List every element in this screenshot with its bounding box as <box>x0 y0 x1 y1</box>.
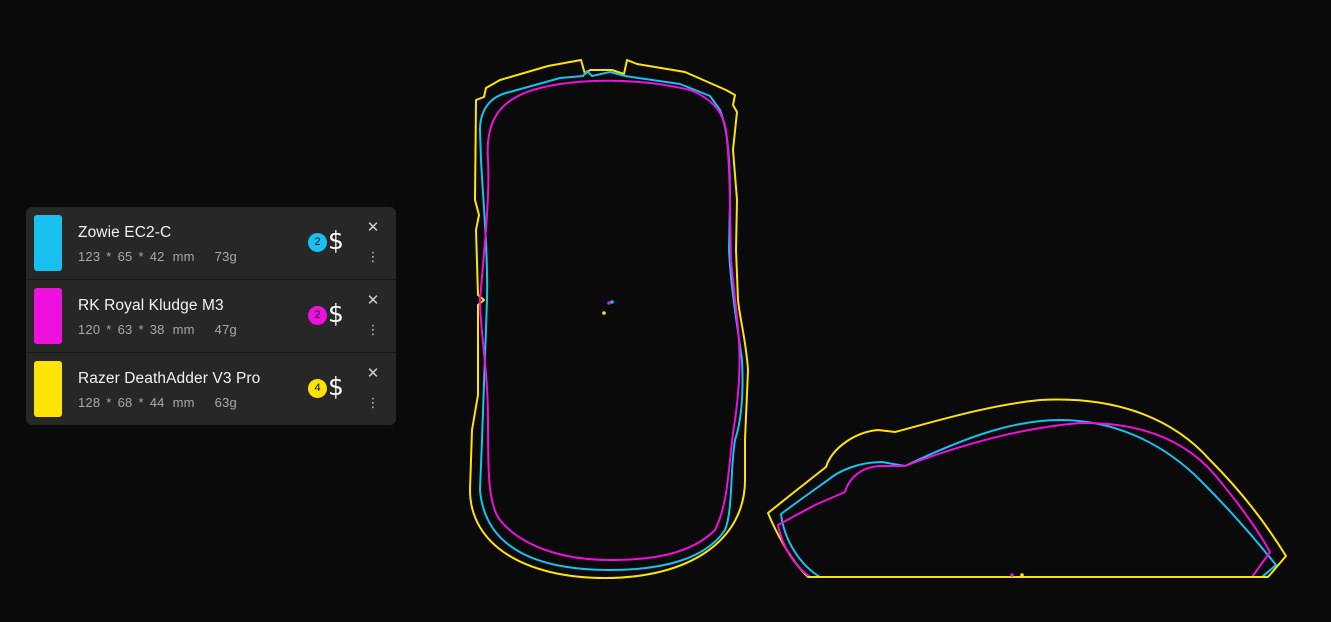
color-swatch[interactable] <box>34 215 62 271</box>
dim-sep: * <box>106 395 112 410</box>
mouse-row-razer[interactable]: Razer DeathAdder V3 Pro 128 * 68 * 44 mm 63g 4… <box>26 353 396 425</box>
dim-width: 65 <box>117 249 133 264</box>
dim-sep: * <box>106 249 112 264</box>
mouse-name: Razer DeathAdder V3 Pro <box>78 370 261 387</box>
dollar-icon: $ <box>328 226 344 255</box>
side-outline-zowie <box>780 419 1277 578</box>
mouse-row-zowie[interactable]: Zowie EC2-C 123 * 65 * 42 mm 73g 2 $ ✕ ⋮ <box>26 207 396 280</box>
dim-sep: * <box>138 395 144 410</box>
side-center-marker-razer <box>1020 573 1024 577</box>
close-icon[interactable]: ✕ <box>364 292 382 310</box>
top-outline-zowie <box>479 70 744 571</box>
dollar-icon: $ <box>328 372 344 401</box>
selected-mice-panel: Zowie EC2-C 123 * 65 * 42 mm 73g 2 $ ✕ ⋮ RK Ro… <box>26 207 396 425</box>
dim-height: 42 <box>149 249 165 264</box>
dim-length: 128 <box>78 395 101 410</box>
top-center-marker-rk <box>607 301 611 305</box>
dim-sep: * <box>138 249 144 264</box>
more-vert-icon[interactable]: ⋮ <box>364 248 382 266</box>
mouse-weight: 63g <box>214 395 237 410</box>
mouse-row-rk[interactable]: RK Royal Kludge M3 120 * 63 * 38 mm 47g 2 $ ✕ … <box>26 280 396 353</box>
mouse-dimensions: 123 * 65 * 42 mm 73g <box>78 249 237 264</box>
price-tier-badge: 2 <box>308 233 327 252</box>
top-outline-rk <box>479 79 741 561</box>
top-outline-razer <box>469 59 749 579</box>
dim-height: 38 <box>149 322 165 337</box>
dollar-icon: $ <box>328 299 344 328</box>
mouse-dimensions: 120 * 63 * 38 mm 47g <box>78 322 237 337</box>
dim-length: 120 <box>78 322 101 337</box>
mouse-weight: 47g <box>214 322 237 337</box>
close-icon[interactable]: ✕ <box>364 365 382 383</box>
more-vert-icon[interactable]: ⋮ <box>364 321 382 339</box>
dim-height: 44 <box>149 395 165 410</box>
close-icon[interactable]: ✕ <box>364 219 382 237</box>
mouse-weight: 73g <box>214 249 237 264</box>
dim-sep: * <box>106 322 112 337</box>
dim-width: 63 <box>117 322 133 337</box>
color-swatch[interactable] <box>34 288 62 344</box>
comparison-canvas: Zowie EC2-C 123 * 65 * 42 mm 73g 2 $ ✕ ⋮ RK Ro… <box>0 0 1331 622</box>
mouse-dimensions: 128 * 68 * 44 mm 63g <box>78 395 237 410</box>
dim-unit: mm <box>172 249 195 264</box>
dim-length: 123 <box>78 249 101 264</box>
more-vert-icon[interactable]: ⋮ <box>364 394 382 412</box>
dim-sep: * <box>138 322 144 337</box>
dim-unit: mm <box>172 322 195 337</box>
dim-unit: mm <box>172 395 195 410</box>
mouse-name: Zowie EC2-C <box>78 224 172 241</box>
top-center-marker-razer <box>602 311 606 315</box>
price-tier-badge: 4 <box>308 379 327 398</box>
mouse-name: RK Royal Kludge M3 <box>78 297 224 314</box>
price-tier-badge: 2 <box>308 306 327 325</box>
color-swatch[interactable] <box>34 361 62 417</box>
dim-width: 68 <box>117 395 133 410</box>
side-center-marker-rk <box>1010 573 1014 577</box>
